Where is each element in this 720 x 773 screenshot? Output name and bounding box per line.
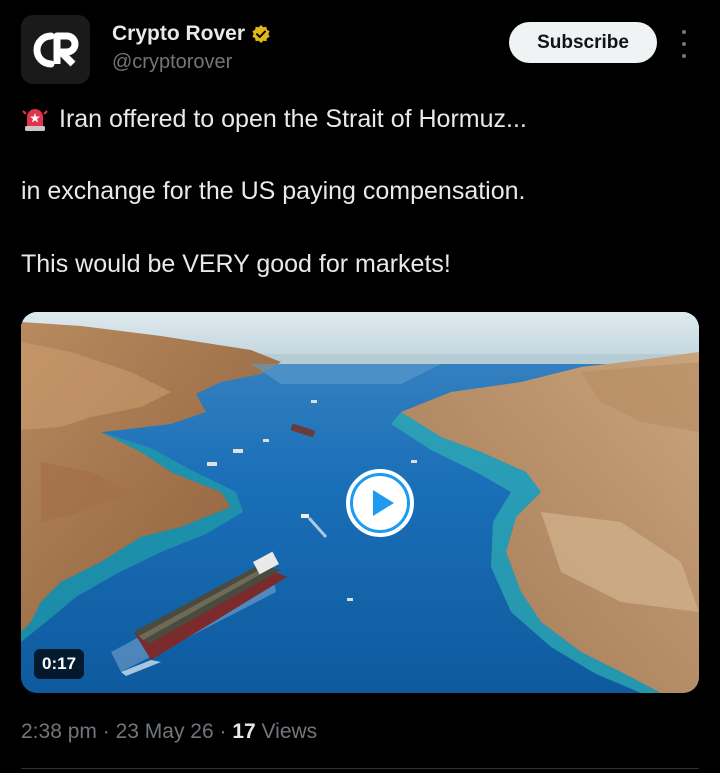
divider: [21, 768, 699, 769]
author-name[interactable]: Crypto Rover: [112, 22, 245, 46]
video-duration: 0:17: [34, 649, 85, 679]
author-avatar[interactable]: [21, 15, 90, 84]
author-handle[interactable]: @cryptorover: [112, 51, 232, 74]
author-name-row: Crypto Rover: [112, 22, 271, 46]
tweet-text-line-1: Iran offered to open the Strait of Hormu…: [59, 105, 527, 133]
subscribe-button[interactable]: Subscribe: [509, 22, 657, 63]
tweet-text-line-2: in exchange for the US paying compensati…: [21, 177, 526, 205]
verified-badge-icon: [252, 25, 270, 43]
police-light-icon: [22, 109, 48, 131]
tweet-text-line-3: This would be VERY good for markets!: [21, 250, 451, 278]
video-player[interactable]: 0:17: [21, 312, 699, 693]
tweet-date[interactable]: 23 May 26: [116, 720, 214, 743]
views-label: Views: [261, 720, 318, 743]
play-button-icon[interactable]: [346, 469, 414, 537]
separator-dot: ·: [102, 720, 110, 743]
tweet-time[interactable]: 2:38 pm: [21, 720, 97, 743]
tweet-line-1: Iran offered to open the Strait of Hormu…: [21, 104, 527, 134]
views-count: 17: [232, 720, 256, 743]
tweet-metadata: 2:38 pm · 23 May 26 · 17 Views: [21, 720, 317, 744]
crypto-rover-logo: [33, 32, 78, 67]
more-options-icon[interactable]: [676, 30, 692, 58]
separator-dot: ·: [219, 720, 227, 743]
